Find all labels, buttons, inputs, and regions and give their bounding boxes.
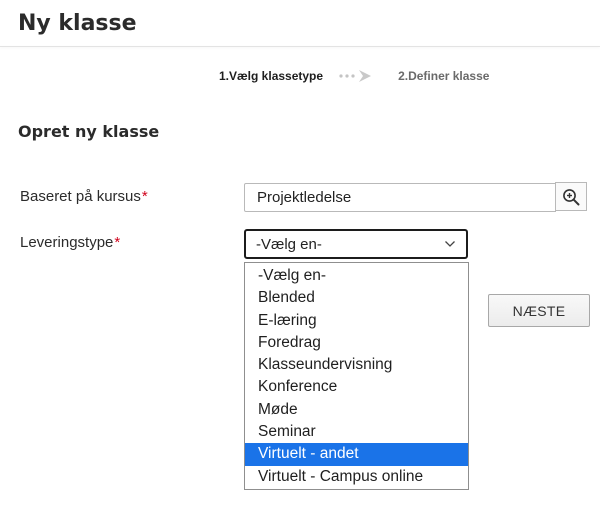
step-arrow-icon bbox=[339, 70, 372, 82]
search-plus-icon bbox=[563, 188, 580, 205]
delivery-label: Leveringstype* bbox=[20, 234, 120, 251]
course-input[interactable] bbox=[244, 183, 556, 212]
dropdown-option[interactable]: E-læring bbox=[245, 310, 468, 332]
dropdown-option[interactable]: Møde bbox=[245, 399, 468, 421]
page-title: Ny klasse bbox=[18, 11, 137, 36]
step-1-label: 1.Vælg klassetype bbox=[219, 69, 324, 83]
next-button[interactable]: NÆSTE bbox=[488, 294, 590, 327]
dropdown-option[interactable]: Konference bbox=[245, 376, 468, 398]
section-title: Opret ny klasse bbox=[18, 122, 160, 141]
course-label: Baseret på kursus* bbox=[20, 188, 148, 205]
course-search-button[interactable] bbox=[555, 182, 587, 211]
dropdown-option[interactable]: Klasseundervisning bbox=[245, 354, 468, 376]
dropdown-option[interactable]: Blended bbox=[245, 287, 468, 309]
title-divider bbox=[0, 46, 600, 47]
wizard-steps: 1.Vælg klassetype 2.Definer klasse bbox=[219, 67, 489, 85]
delivery-type-dropdown-list: -Vælg en- Blended E-læring Foredrag Klasseun… bbox=[244, 262, 469, 490]
dropdown-option[interactable]: Virtuelt - andet bbox=[245, 443, 468, 466]
dropdown-option[interactable]: Virtuelt - Campus online bbox=[245, 466, 468, 488]
course-label-text: Baseret på kursus bbox=[20, 188, 141, 205]
dropdown-option[interactable]: Foredrag bbox=[245, 332, 468, 354]
required-marker: * bbox=[141, 188, 148, 205]
dropdown-option[interactable]: -Vælg en- bbox=[245, 265, 468, 287]
delivery-type-select[interactable]: -Vælg en- bbox=[244, 229, 468, 259]
required-marker: * bbox=[114, 234, 121, 251]
dropdown-option[interactable]: Seminar bbox=[245, 421, 468, 443]
chevron-down-icon bbox=[445, 241, 455, 247]
step-2-label: 2.Definer klasse bbox=[398, 69, 490, 83]
delivery-type-selected-value: -Vælg en- bbox=[256, 235, 322, 253]
delivery-label-text: Leveringstype bbox=[20, 234, 114, 251]
